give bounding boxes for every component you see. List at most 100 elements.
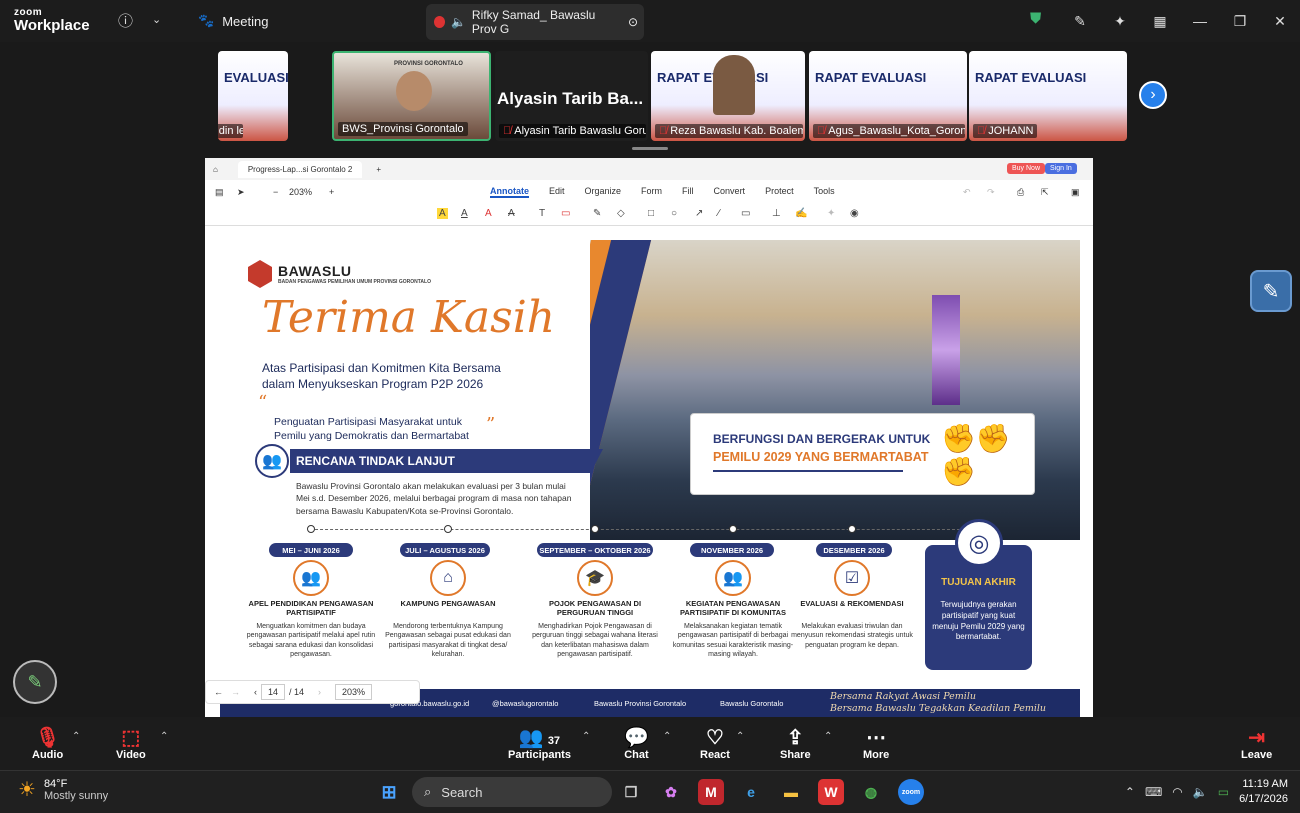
menu-organize[interactable]: Organize bbox=[585, 186, 622, 198]
back-arrow-icon[interactable]: ← bbox=[214, 687, 223, 697]
circle-icon[interactable]: ○ bbox=[671, 208, 677, 219]
copilot-icon[interactable]: ✿ bbox=[658, 779, 684, 805]
chrome-icon[interactable]: ◍ bbox=[858, 779, 884, 805]
signature-icon[interactable]: ✍ bbox=[795, 208, 807, 219]
participant-tile[interactable]: EVALUASI 🎙̸amirudin lee bbox=[218, 51, 288, 141]
sidebar-toggle-icon[interactable]: ▤ bbox=[215, 187, 224, 198]
language-icon[interactable]: ⌨ bbox=[1145, 785, 1162, 799]
minimize-icon[interactable]: — bbox=[1180, 13, 1220, 29]
strikethrough-icon[interactable]: A bbox=[508, 208, 515, 219]
clock[interactable]: 11:19 AM 6/17/2026 bbox=[1239, 777, 1288, 808]
react-options-caret[interactable]: ⌃ bbox=[736, 731, 744, 742]
menu-protect[interactable]: Protect bbox=[765, 186, 794, 198]
zoom-in-icon[interactable]: + bbox=[329, 187, 334, 197]
chevron-up-icon[interactable]: ⌃ bbox=[1125, 785, 1135, 799]
active-speaker-tab[interactable]: 🔈 Rifky Samad_ Bawaslu Prov G ⊙ bbox=[426, 4, 644, 40]
page-number-input[interactable]: 14 bbox=[261, 684, 286, 700]
chevron-down-icon[interactable]: ⌄ bbox=[152, 13, 161, 26]
mcafee-icon[interactable]: M bbox=[698, 779, 724, 805]
menu-annotate[interactable]: Annotate bbox=[490, 186, 529, 198]
buy-now-button[interactable]: Buy Now bbox=[1007, 163, 1046, 174]
pin-icon[interactable]: ✦ bbox=[827, 208, 835, 219]
stamp-icon[interactable]: ⊥ bbox=[772, 208, 781, 219]
arrow-icon[interactable]: ↗ bbox=[695, 208, 703, 219]
menu-form[interactable]: Form bbox=[641, 186, 662, 198]
next-page-arrow-icon[interactable]: › bbox=[1139, 81, 1167, 109]
edge-icon[interactable]: e bbox=[738, 779, 764, 805]
info-icon[interactable]: ⓘ bbox=[118, 10, 133, 31]
annotation-pen-button[interactable]: ✎ bbox=[13, 660, 57, 704]
chat-button[interactable]: 💬 Chat bbox=[624, 725, 649, 761]
undo-icon[interactable]: ↶ bbox=[963, 187, 971, 198]
comment-icon[interactable]: ▭ bbox=[561, 208, 570, 219]
restore-icon[interactable]: ❐ bbox=[1220, 13, 1260, 30]
shield-icon[interactable]: ⛊ bbox=[1030, 10, 1041, 27]
pen-icon[interactable]: ✎ bbox=[593, 208, 601, 219]
share-button[interactable]: ⇪ Share bbox=[780, 725, 811, 761]
participants-button[interactable]: 👥 37 Participants bbox=[508, 725, 571, 761]
more-button[interactable]: ⋯ More bbox=[863, 725, 889, 761]
sign-in-button[interactable]: Sign In bbox=[1045, 163, 1077, 174]
text-icon[interactable]: T bbox=[539, 208, 545, 219]
pdf-tab[interactable]: Progress-Lap...si Gorontalo 2 bbox=[237, 160, 363, 178]
audio-options-caret[interactable]: ⌃ bbox=[72, 731, 80, 742]
eraser-icon[interactable]: ◇ bbox=[617, 208, 625, 219]
share-options-caret[interactable]: ⌃ bbox=[824, 731, 832, 742]
menu-tools[interactable]: Tools bbox=[814, 186, 835, 198]
apps-icon[interactable]: ▦ bbox=[1140, 13, 1180, 30]
menu-convert[interactable]: Convert bbox=[714, 186, 746, 198]
pager-zoom-select[interactable]: 203% bbox=[335, 684, 373, 700]
wifi-icon[interactable]: ◠ bbox=[1172, 785, 1182, 799]
speaker-icon[interactable]: 🔈 bbox=[1193, 785, 1208, 799]
highlight-icon[interactable]: A bbox=[437, 208, 448, 219]
task-view-icon[interactable]: ❐ bbox=[618, 779, 644, 805]
eye-icon[interactable]: ◉ bbox=[850, 208, 859, 219]
measure-icon[interactable]: ▭ bbox=[741, 208, 750, 219]
taskbar-search[interactable]: ⌕ Search bbox=[412, 777, 612, 807]
video-options-caret[interactable]: ⌃ bbox=[160, 731, 168, 742]
ai-sparkle-icon[interactable]: ✦ bbox=[1100, 13, 1140, 30]
chat-options-caret[interactable]: ⌃ bbox=[663, 731, 671, 742]
battery-icon[interactable]: ▭ bbox=[1218, 785, 1229, 799]
prev-page-icon[interactable]: ‹ bbox=[254, 687, 257, 697]
weather-widget[interactable]: ☀ 84°F Mostly sunny bbox=[18, 777, 108, 802]
home-icon[interactable]: ⌂ bbox=[213, 165, 218, 174]
windows-start-icon[interactable]: ⊞ bbox=[376, 779, 402, 805]
zoom-out-icon[interactable]: − bbox=[273, 187, 278, 197]
annotate-pen-icon[interactable]: ✎ bbox=[1060, 13, 1100, 30]
menu-fill[interactable]: Fill bbox=[682, 186, 694, 198]
panel-icon[interactable]: ▣ bbox=[1071, 187, 1080, 198]
close-icon[interactable]: ✕ bbox=[1260, 13, 1300, 30]
leave-button[interactable]: ⇥ Leave bbox=[1241, 725, 1272, 761]
menu-edit[interactable]: Edit bbox=[549, 186, 565, 198]
whiteboard-widget-icon[interactable]: ✎ bbox=[1250, 270, 1292, 312]
rectangle-icon[interactable]: □ bbox=[648, 208, 654, 219]
video-button[interactable]: ⬚ Video bbox=[116, 725, 146, 761]
line-icon[interactable]: ∕ bbox=[718, 208, 720, 219]
underline-icon[interactable]: A bbox=[461, 208, 468, 219]
next-page-icon[interactable]: › bbox=[318, 687, 321, 697]
cursor-icon[interactable]: ➤ bbox=[237, 187, 245, 198]
participant-tile[interactable]: RAPAT EVALUASI 🎙̸ Agus_Bawaslu_Kota_Goron… bbox=[809, 51, 967, 141]
share-export-icon[interactable]: ⇱ bbox=[1041, 187, 1049, 198]
print-icon[interactable]: ⎙ bbox=[1017, 187, 1024, 198]
more-options-icon[interactable]: ⊙ bbox=[628, 15, 638, 29]
participant-tile[interactable]: RAPAT EVALUASI 🎙̸Reza Bawaslu Kab. Boale… bbox=[651, 51, 805, 141]
squiggly-icon[interactable]: A bbox=[485, 208, 492, 219]
participants-options-caret[interactable]: ⌃ bbox=[582, 731, 590, 742]
zoom-app-icon[interactable]: zoom bbox=[898, 779, 924, 805]
thumbnail-drag-handle[interactable] bbox=[632, 147, 668, 150]
react-button[interactable]: ♡ React bbox=[700, 725, 730, 761]
file-explorer-icon[interactable]: ▬ bbox=[778, 779, 804, 805]
audio-button[interactable]: 🎙 Audio bbox=[32, 725, 63, 761]
timeline-date: MEI – JUNI 2026 bbox=[269, 543, 353, 557]
participant-tile[interactable]: RAPAT EVALUASI 🎙̸ JOHANN bbox=[969, 51, 1127, 141]
zoom-level[interactable]: 203% bbox=[289, 187, 312, 197]
participant-tile[interactable]: Alyasin Tarib Ba... 🎙̸ Alyasin Tarib Bawa… bbox=[495, 51, 648, 141]
new-tab-icon[interactable]: + bbox=[376, 165, 381, 174]
forward-arrow-icon[interactable]: → bbox=[231, 687, 240, 697]
wps-office-icon[interactable]: W bbox=[818, 779, 844, 805]
participant-tile-active[interactable]: PROVINSI GORONTALO BWS_Provinsi Gorontal… bbox=[332, 51, 491, 141]
meeting-menu[interactable]: 🐾 Meeting bbox=[198, 13, 268, 29]
redo-icon[interactable]: ↷ bbox=[987, 187, 995, 198]
